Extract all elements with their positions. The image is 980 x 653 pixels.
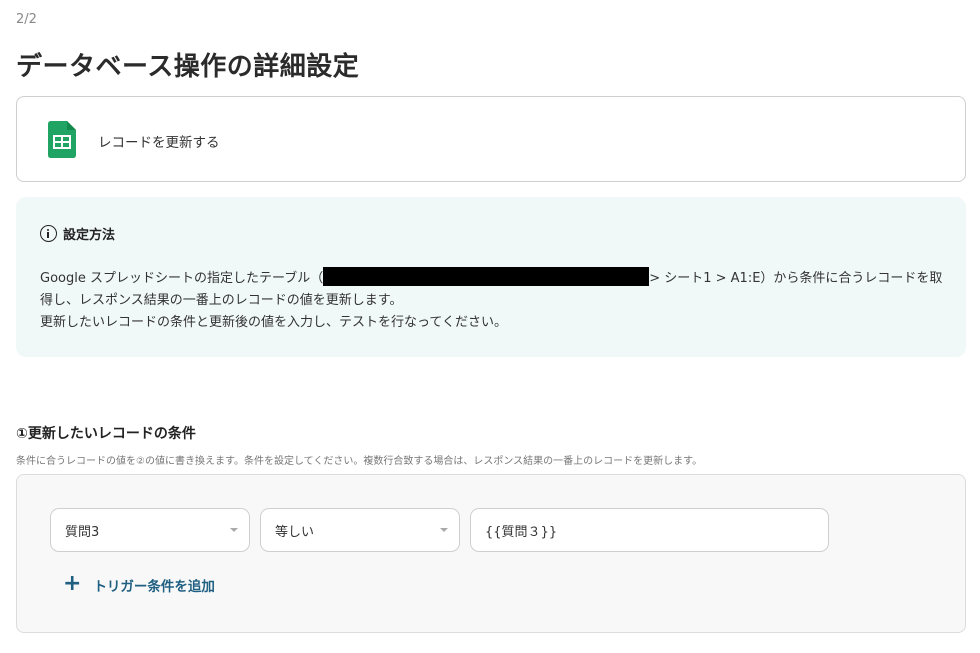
info-header: 設定方法 bbox=[40, 224, 115, 243]
action-card: レコードを更新する bbox=[16, 96, 966, 182]
chevron-down-icon bbox=[230, 528, 238, 532]
info-title: 設定方法 bbox=[63, 228, 116, 243]
value-input[interactable]: {{質問３}} bbox=[470, 508, 829, 552]
google-sheets-icon bbox=[48, 121, 76, 158]
section-title: ①更新したいレコードの条件 bbox=[16, 426, 196, 442]
value-input-text: {{質問３}} bbox=[485, 524, 558, 540]
condition-box: 質問3 等しい {{質問３}} + トリガー条件を追加 bbox=[16, 474, 966, 633]
field-select[interactable]: 質問3 bbox=[50, 508, 250, 552]
plus-icon: + bbox=[63, 571, 82, 596]
page-title: データベース操作の詳細設定 bbox=[16, 52, 360, 82]
add-condition-label: トリガー条件を追加 bbox=[93, 579, 215, 595]
redacted-block bbox=[323, 267, 650, 286]
info-icon bbox=[40, 225, 57, 242]
step-indicator: 2/2 bbox=[16, 12, 37, 27]
operator-select[interactable]: 等しい bbox=[260, 508, 460, 552]
info-body: Google スプレッドシートの指定したテーブル（ > シート1 > A1:E）か… bbox=[40, 267, 945, 334]
action-label: レコードを更新する bbox=[98, 135, 220, 151]
info-text-2: 更新したいレコードの条件と更新後の値を入力し、テストを行なってください。 bbox=[40, 315, 507, 330]
operator-select-value: 等しい bbox=[275, 524, 315, 540]
info-text-1a: Google スプレッドシートの指定したテーブル（ bbox=[40, 271, 324, 286]
section-description: 条件に合うレコードの値を②の値に書き換えます。条件を設定してください。複数行合致… bbox=[16, 456, 703, 467]
chevron-down-icon bbox=[440, 528, 448, 532]
info-box: 設定方法 Google スプレッドシートの指定したテーブル（ > シート1 > A… bbox=[16, 197, 966, 357]
field-select-value: 質問3 bbox=[65, 524, 100, 540]
add-condition-button[interactable]: + トリガー条件を追加 bbox=[63, 571, 215, 596]
